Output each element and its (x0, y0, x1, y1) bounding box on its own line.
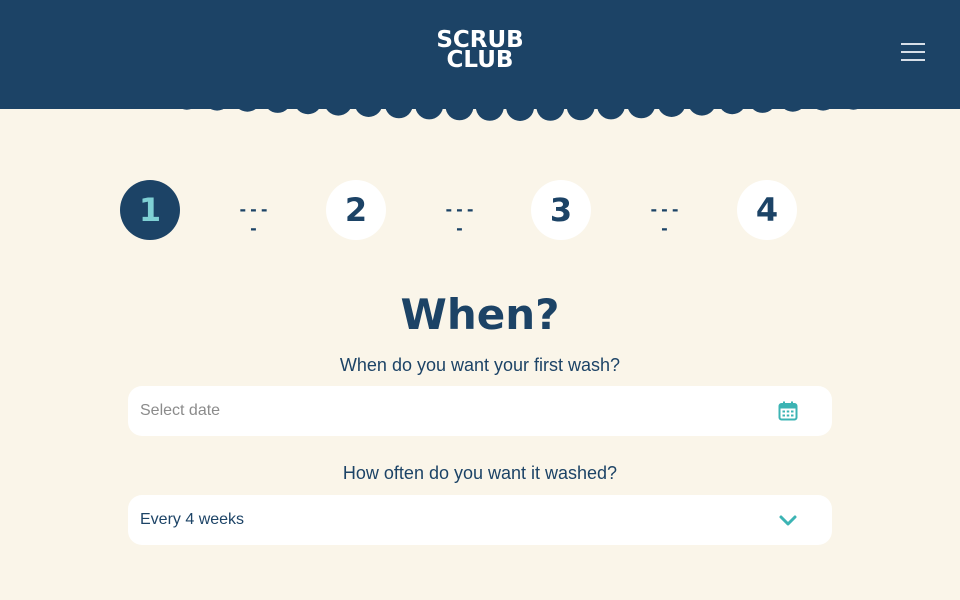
step-3[interactable]: 3 (531, 180, 591, 240)
site-header: SCRUB CLUB (0, 0, 960, 108)
chevron-down-icon[interactable] (778, 510, 798, 530)
header-scallop-edge (0, 100, 960, 121)
calendar-icon[interactable] (778, 401, 798, 421)
step-separator: ---- (649, 200, 681, 238)
frequency-value: Every 4 weeks (140, 511, 245, 528)
date-field[interactable] (128, 386, 832, 436)
scrub-club-logo[interactable]: SCRUB CLUB (0, 29, 960, 73)
page-title: When? (400, 290, 560, 339)
logo-line-2: CLUB (446, 47, 514, 73)
frequency-select[interactable]: Every 4 weeks (128, 495, 832, 545)
step-2[interactable]: 2 (326, 180, 386, 240)
step-4[interactable]: 4 (737, 180, 797, 240)
step-1[interactable]: 1 (120, 180, 180, 240)
first-wash-label: When do you want your first wash? (339, 355, 621, 375)
step-separator: ---- (238, 200, 270, 238)
step-indicator: 1 ---- 2 ---- 3 ---- 4 (0, 180, 960, 240)
date-input[interactable] (140, 386, 760, 436)
frequency-label: How often do you want it washed? (342, 463, 618, 483)
menu-button[interactable] (896, 38, 930, 66)
step-separator: ---- (444, 200, 476, 238)
